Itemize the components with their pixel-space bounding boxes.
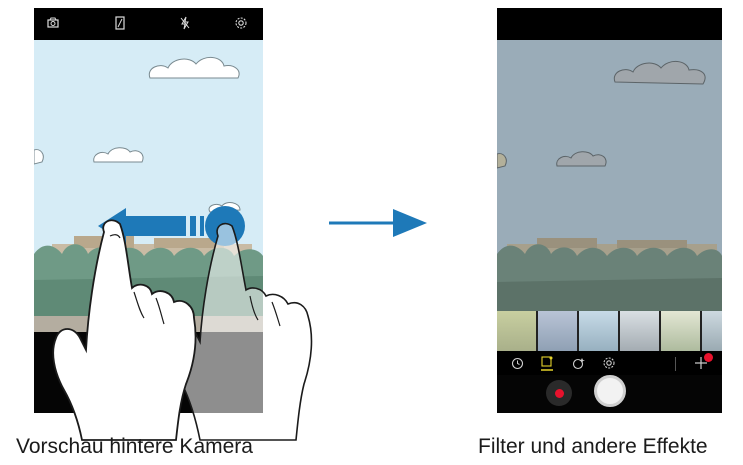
caption-filters-and-effects: Filter und andere Effekte bbox=[478, 435, 708, 458]
caption-rear-camera-preview: Vorschau hintere Kamera bbox=[16, 435, 253, 458]
swipe-gesture-hands-illustration bbox=[52, 219, 313, 441]
